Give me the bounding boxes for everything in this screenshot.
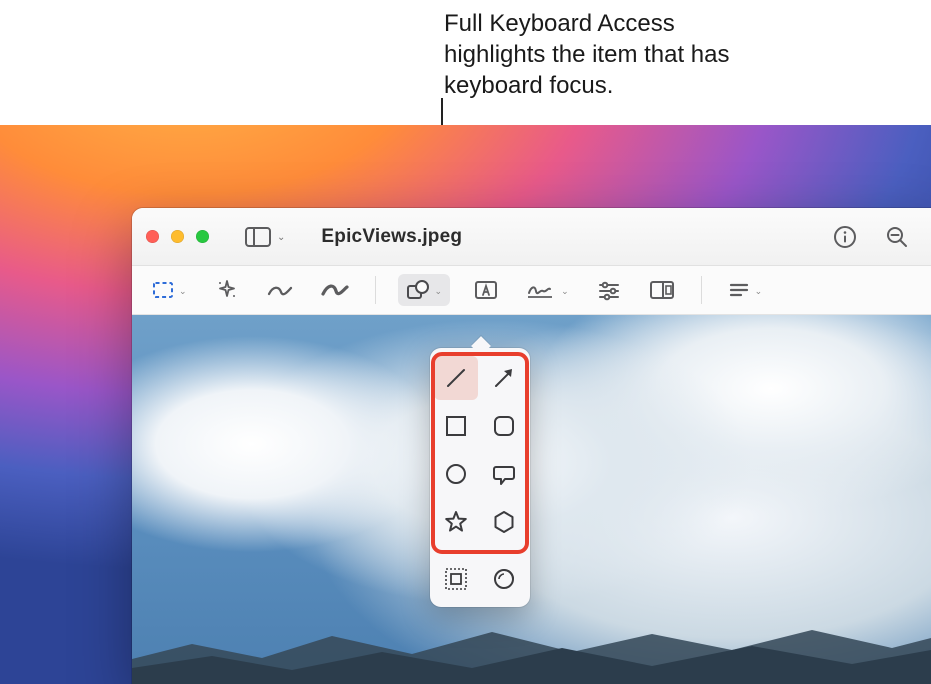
chevron-down-icon: ⌄ [435,286,443,297]
sparkle-icon [215,278,239,302]
line-icon [443,365,469,391]
hexagon-icon [491,509,517,535]
window-title: EpicViews.jpeg [321,226,462,248]
shapes-popover [430,348,530,607]
lines-icon [728,280,750,300]
shape-oval[interactable] [434,452,478,496]
chevron-down-icon: ⌄ [277,232,285,243]
signature-tool[interactable]: ⌄ [522,274,573,306]
shape-rectangle[interactable] [434,404,478,448]
adjust-color-tool[interactable] [593,274,625,306]
crop-icon [649,279,675,301]
shapes-icon [406,279,430,301]
markup-toolbar: ⌄ ⌄ [132,266,931,315]
preview-window: ⌄ EpicViews.jpeg ⌄ [132,208,931,684]
shape-speech-bubble[interactable] [482,452,526,496]
shape-hexagon[interactable] [482,500,526,544]
info-icon [833,225,857,249]
titlebar: ⌄ EpicViews.jpeg [132,208,931,266]
shape-rounded-rectangle[interactable] [482,404,526,448]
shape-star[interactable] [434,500,478,544]
zoom-out-button[interactable] [877,217,917,257]
shape-line[interactable] [434,356,478,400]
shapes-tool[interactable]: ⌄ [398,274,451,306]
rounded-square-icon [491,413,517,439]
toolbar-separator [701,276,702,304]
star-icon [443,509,469,535]
chevron-down-icon: ⌄ [179,286,187,297]
text-box-icon [474,279,498,301]
circle-icon [443,461,469,487]
instant-alpha-tool[interactable] [211,274,243,306]
sketch-tool[interactable] [263,274,297,306]
signature-icon [526,279,556,301]
shape-arrow[interactable] [482,356,526,400]
speech-bubble-icon [491,461,517,487]
sidebar-toggle[interactable]: ⌄ [245,227,285,247]
square-icon [443,413,469,439]
shapes-grid [430,348,530,550]
shape-style-row [430,561,530,597]
zoom-out-icon [885,225,909,249]
image-mountains [132,624,931,684]
adjust-size-tool[interactable] [645,274,679,306]
minimize-window-button[interactable] [171,230,184,243]
chevron-down-icon: ⌄ [755,286,763,297]
sketch-icon [267,280,293,300]
selection-rect-icon [152,279,174,301]
info-button[interactable] [825,217,865,257]
zoom-window-button[interactable] [196,230,209,243]
highlight-style[interactable] [438,561,474,597]
image-canvas[interactable] [132,315,931,684]
loupe-style[interactable] [486,561,522,597]
callout-text: Full Keyboard Access highlights the item… [444,8,764,102]
mask-rect-icon [443,566,469,592]
chevron-down-icon: ⌄ [561,286,569,297]
popover-divider [438,552,522,553]
sidebar-icon [245,227,271,247]
draw-icon [321,280,349,300]
draw-tool[interactable] [317,274,353,306]
toolbar-separator [375,276,376,304]
close-window-button[interactable] [146,230,159,243]
selection-tool[interactable]: ⌄ [148,274,191,306]
loupe-icon [491,566,517,592]
arrow-icon [491,365,517,391]
sliders-icon [597,279,621,301]
text-tool[interactable] [470,274,502,306]
description-tool[interactable]: ⌄ [724,274,767,306]
